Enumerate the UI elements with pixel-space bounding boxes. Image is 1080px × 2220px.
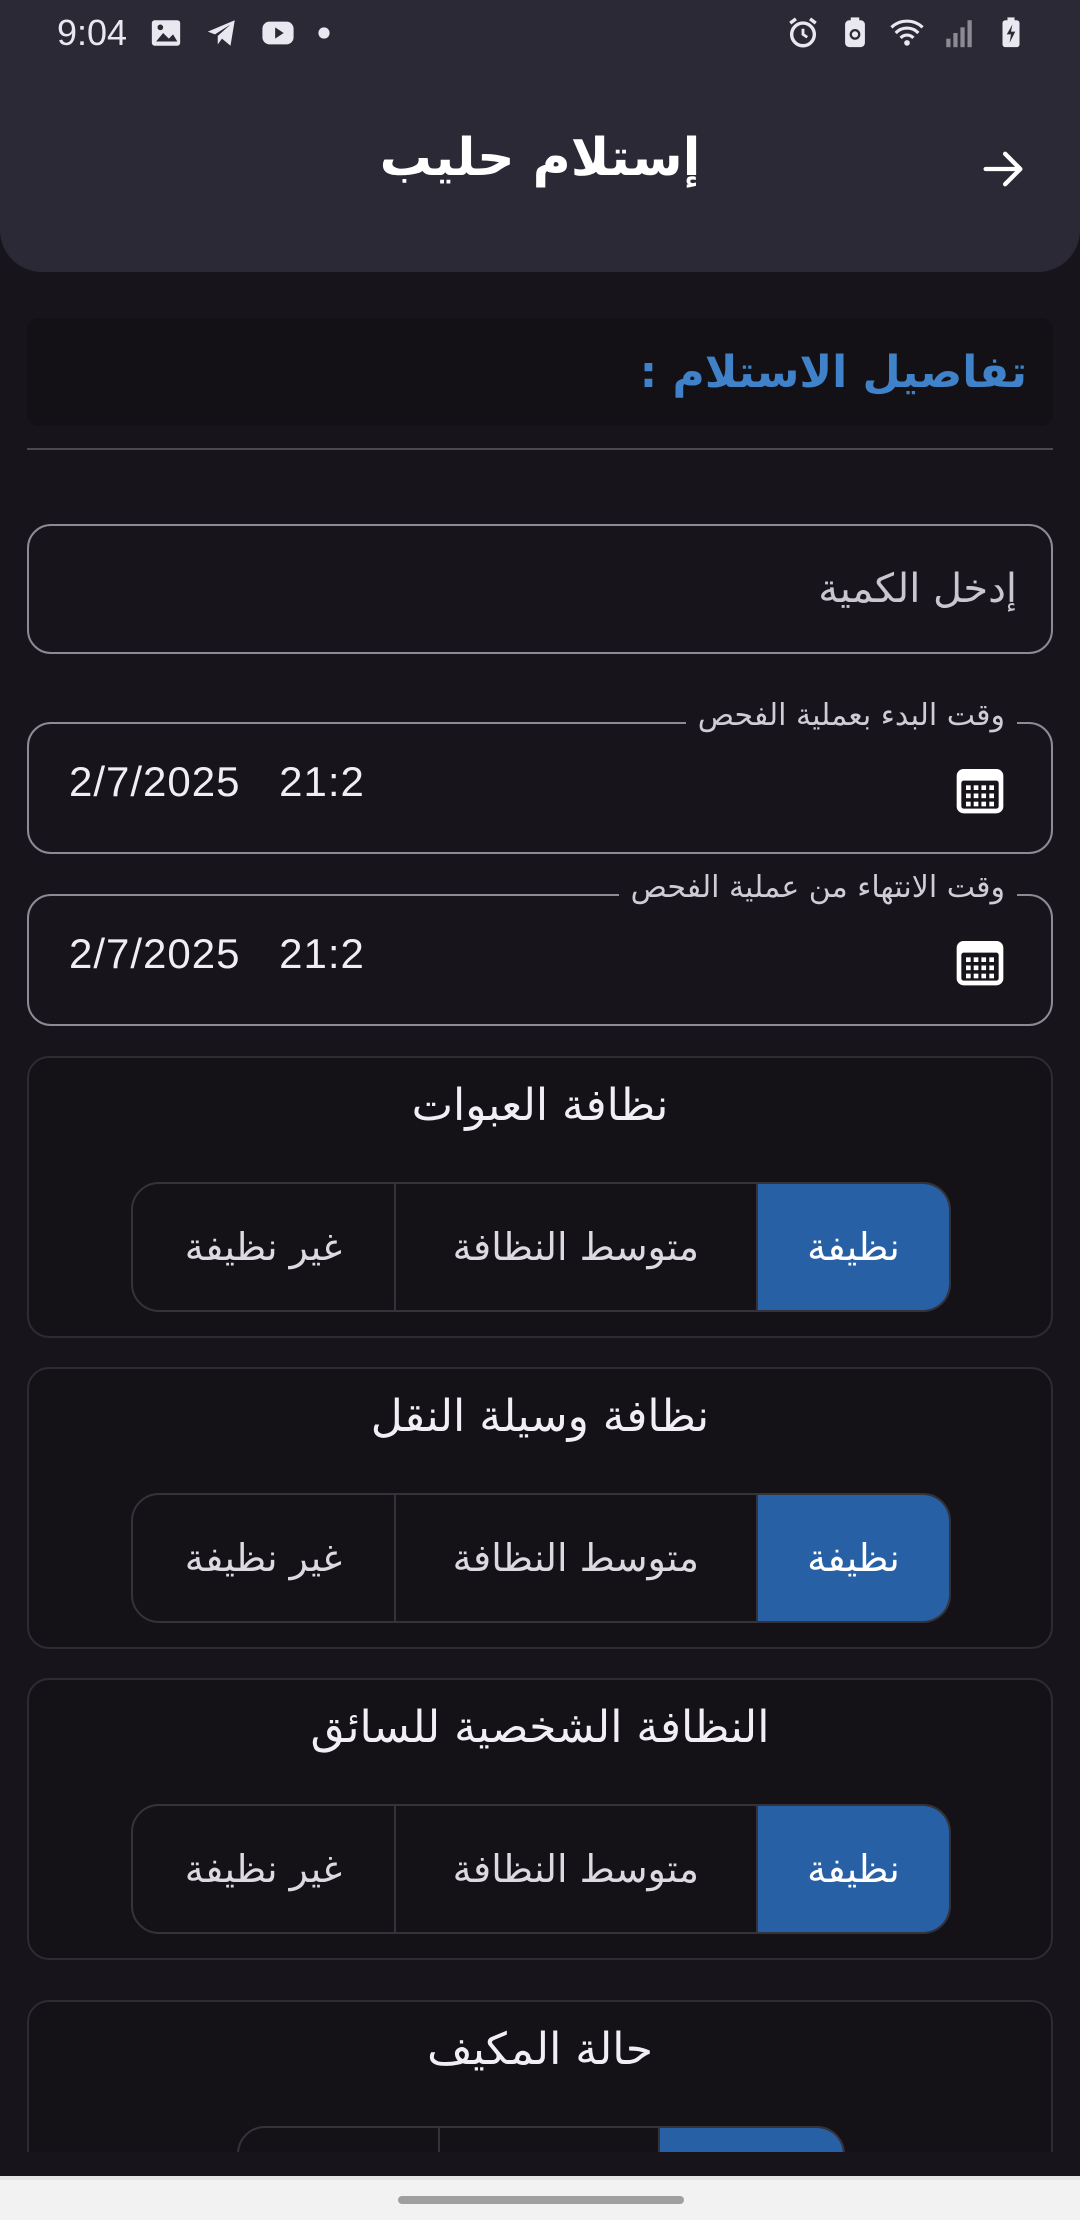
card-title: نظافة وسيلة النقل <box>370 1391 710 1442</box>
option-clean[interactable]: نظيفة <box>755 1806 949 1932</box>
battery-saver-icon <box>838 16 872 50</box>
end-time-field[interactable]: وقت الانتهاء من عملية الفحص 2/7/2025 21:… <box>27 870 1053 1026</box>
card-title: النظافة الشخصية للسائق <box>310 1702 770 1753</box>
option-3[interactable] <box>239 2128 438 2152</box>
dot-icon <box>317 16 331 50</box>
status-bar: 9:04 <box>0 0 1080 66</box>
quantity-input[interactable] <box>29 566 1017 612</box>
option-not-clean[interactable]: غير نظيفة <box>133 1495 394 1621</box>
option-medium[interactable]: متوسط النظافة <box>393 1495 756 1621</box>
option-not-clean[interactable]: غير نظيفة <box>133 1184 394 1310</box>
start-time-value[interactable]: 2/7/2025 21:2 <box>69 758 365 806</box>
option-medium[interactable]: متوسط النظافة <box>393 1184 756 1310</box>
arrow-right-icon <box>983 151 1023 187</box>
wifi-icon <box>890 16 924 50</box>
status-time: 9:04 <box>57 12 128 53</box>
gallery-icon <box>149 16 183 50</box>
youtube-icon <box>261 16 295 50</box>
page-title: إستلام حليب <box>379 128 701 188</box>
status-right <box>786 16 1028 50</box>
ac-status-selector[interactable] <box>237 2126 845 2152</box>
calendar-icon[interactable] <box>951 762 1009 818</box>
start-time-label: وقت البدء بعملية الفحص <box>685 698 1017 733</box>
telegram-icon <box>205 16 239 50</box>
cleanliness-selector[interactable]: نظيفة متوسط النظافة غير نظيفة <box>131 1804 951 1934</box>
divider <box>27 448 1053 450</box>
option-not-clean[interactable]: غير نظيفة <box>133 1806 394 1932</box>
card-vehicle-cleanliness: نظافة وسيلة النقل نظيفة متوسط النظافة غي… <box>27 1367 1053 1649</box>
option-medium[interactable]: متوسط النظافة <box>393 1806 756 1932</box>
option-clean[interactable]: نظيفة <box>755 1495 949 1621</box>
section-title: تفاصيل الاستلام : <box>639 346 1027 398</box>
option-2[interactable] <box>437 2128 659 2152</box>
end-time-label: وقت الانتهاء من عملية الفحص <box>618 870 1017 905</box>
back-button[interactable] <box>968 138 1038 200</box>
home-handle[interactable] <box>398 2196 684 2204</box>
status-left: 9:04 <box>57 12 331 54</box>
card-ac-status: حالة المكيف <box>27 2000 1053 2152</box>
card-driver-hygiene: النظافة الشخصية للسائق نظيفة متوسط النظا… <box>27 1678 1053 1960</box>
card-title: نظافة العبوات <box>411 1080 669 1131</box>
signal-icon <box>942 16 976 50</box>
card-packaging-cleanliness: نظافة العبوات نظيفة متوسط النظافة غير نظ… <box>27 1056 1053 1338</box>
cleanliness-selector[interactable]: نظيفة متوسط النظافة غير نظيفة <box>131 1182 951 1312</box>
battery-charging-icon <box>994 16 1028 50</box>
section-header: تفاصيل الاستلام : <box>27 318 1053 426</box>
start-time-field[interactable]: وقت البدء بعملية الفحص 2/7/2025 21:2 <box>27 698 1053 854</box>
quantity-field[interactable] <box>27 524 1053 654</box>
alarm-icon <box>786 16 820 50</box>
option-clean[interactable]: نظيفة <box>755 1184 949 1310</box>
calendar-icon[interactable] <box>951 934 1009 990</box>
system-nav-bar <box>0 2176 1080 2220</box>
option-1[interactable] <box>658 2128 843 2152</box>
card-title: حالة المكيف <box>427 2024 653 2075</box>
cleanliness-selector[interactable]: نظيفة متوسط النظافة غير نظيفة <box>131 1493 951 1623</box>
end-time-value[interactable]: 2/7/2025 21:2 <box>69 930 365 978</box>
form-content[interactable]: تفاصيل الاستلام : وقت البدء بعملية الفحص… <box>0 272 1080 2152</box>
